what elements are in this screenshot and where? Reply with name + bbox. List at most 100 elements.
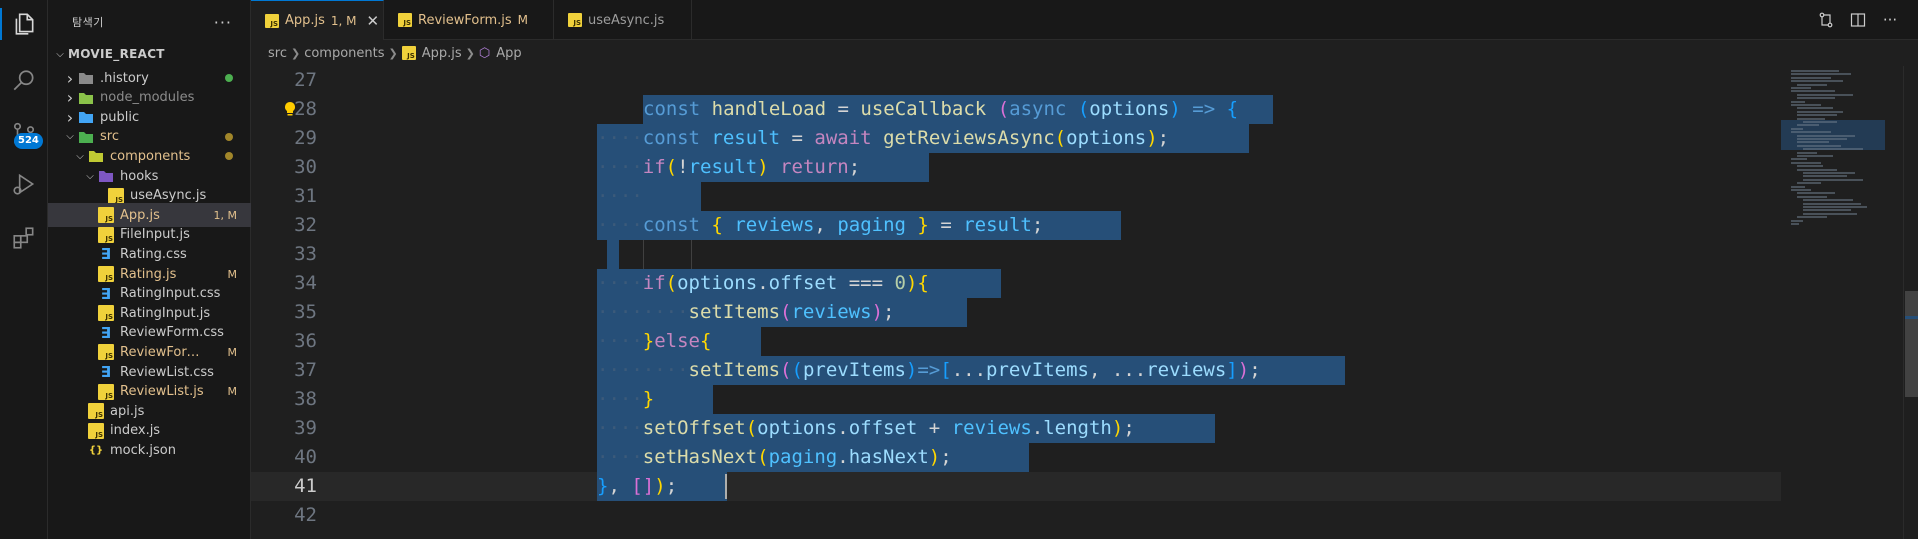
tree-item-label: FileInput.js xyxy=(120,227,190,243)
compare-changes-icon[interactable] xyxy=(1816,10,1836,30)
breadcrumb-item[interactable]: App.js xyxy=(422,46,462,61)
more-actions-icon[interactable]: ··· xyxy=(1880,10,1900,30)
tree-item[interactable]: {} mock.json xyxy=(48,438,251,462)
symbol-module-icon: ⬡ xyxy=(478,45,491,61)
minimap-line xyxy=(1803,178,1863,181)
tree-item-label: public xyxy=(100,109,140,125)
files-icon[interactable] xyxy=(0,8,40,40)
breadcrumb: src ❯ components ❯ JS App.js ❯ ⬡ App xyxy=(251,40,1918,66)
tree-item-label: api.js xyxy=(110,403,145,419)
js-file-icon: JS xyxy=(401,46,416,60)
tree-item-label: ReviewList.js xyxy=(120,384,204,400)
breadcrumb-item[interactable]: components xyxy=(304,46,384,61)
css-file-icon: ∃ xyxy=(100,245,112,264)
git-status-dot xyxy=(225,132,233,141)
tree-item-label: ReviewForm... xyxy=(120,344,211,360)
breadcrumb-item[interactable]: App xyxy=(496,46,521,61)
tree-item-label: Rating.css xyxy=(120,246,187,262)
code-line: 37 ········setItems((prevItems)=>[...pre… xyxy=(251,356,1781,385)
tab-label: App.js xyxy=(285,13,325,28)
tab-app-js[interactable]: JS App.js 1, M ✕ xyxy=(251,0,384,40)
minimap-line xyxy=(1797,151,1817,154)
line-number: 30 xyxy=(294,156,317,178)
tree-item-label: src xyxy=(100,129,119,145)
project-name: MOVIE_REACT xyxy=(68,47,165,61)
editor-area: JS App.js 1, M ✕ JS ReviewForm.js M JS u… xyxy=(251,0,1918,539)
js-file-icon: JS xyxy=(265,13,279,28)
search-icon[interactable] xyxy=(8,65,40,97)
folder-icon xyxy=(78,70,94,86)
minimap[interactable] xyxy=(1781,66,1885,539)
line-number: 31 xyxy=(294,185,317,207)
code-text: ····if(options.offset === 0){ xyxy=(597,272,929,294)
tree-item-label: node_modules xyxy=(100,90,195,106)
code-line: 29 ····const result = await getReviewsAs… xyxy=(251,124,1781,153)
project-root[interactable]: ⌵ MOVIE_REACT xyxy=(48,42,251,66)
minimap-line xyxy=(1791,131,1831,134)
minimap-line xyxy=(1803,199,1853,202)
minimap-line xyxy=(1791,219,1803,222)
code-line: 33 xyxy=(251,240,1781,269)
minimap-line xyxy=(1797,97,1835,100)
js-file-icon: JS xyxy=(98,305,114,322)
code-editor[interactable]: 27 28 const handleLoad = useCallback (as… xyxy=(251,66,1781,539)
line-number: 34 xyxy=(294,272,317,294)
chevron-down-icon: ⌵ xyxy=(76,150,84,162)
js-file-icon: JS xyxy=(98,344,114,361)
tab-reviewform-js[interactable]: JS ReviewForm.js M xyxy=(384,0,554,40)
git-status-dot xyxy=(225,74,233,82)
css-file-icon: ∃ xyxy=(100,284,112,303)
split-editor-icon[interactable] xyxy=(1848,10,1868,30)
close-icon[interactable]: ✕ xyxy=(367,12,380,30)
minimap-line xyxy=(1791,189,1811,191)
minimap-line xyxy=(1791,76,1831,79)
minimap-line xyxy=(1803,206,1867,208)
line-number: 35 xyxy=(294,301,317,323)
tree-item-label: ReviewForm.css xyxy=(120,325,224,341)
lightbulb-icon[interactable] xyxy=(283,101,297,117)
minimap-line xyxy=(1791,70,1839,72)
line-number: 41 xyxy=(294,475,317,497)
tree-item-label: RatingInput.css xyxy=(120,286,221,302)
code-line: 31 ···· xyxy=(251,182,1781,211)
tree-item-label: index.js xyxy=(110,423,161,439)
ellipsis-icon[interactable]: ··· xyxy=(214,13,232,32)
tab-useasync-js[interactable]: JS useAsync.js xyxy=(554,0,692,40)
minimap-line xyxy=(1791,161,1821,164)
vertical-scrollbar[interactable] xyxy=(1903,66,1918,539)
minimap-line xyxy=(1803,148,1863,151)
extensions-icon[interactable] xyxy=(8,222,40,254)
chevron-right-icon: ❯ xyxy=(388,46,398,60)
line-number: 37 xyxy=(294,359,317,381)
tree-item-label: Rating.js xyxy=(120,266,177,282)
code-text: ····}else{ xyxy=(597,330,712,352)
code-text: ········setItems(reviews); xyxy=(597,301,895,323)
code-line: 30 ····if(!result) return; xyxy=(251,153,1781,182)
code-text: ···· xyxy=(597,185,643,207)
code-text: ····const result = await getReviewsAsync… xyxy=(597,127,1170,149)
chevron-down-icon: ⌵ xyxy=(56,48,64,60)
minimap-line xyxy=(1797,144,1841,147)
minimap-line xyxy=(1791,223,1799,225)
code-line: 28 const handleLoad = useCallback (async… xyxy=(251,95,1781,124)
code-text: ····setOffset(options.offset + reviews.l… xyxy=(597,417,1135,439)
tab-status: M xyxy=(517,13,529,27)
js-file-icon: JS xyxy=(88,422,104,439)
scrollbar-thumb[interactable] xyxy=(1905,291,1918,397)
folder-icon xyxy=(98,168,114,184)
minimap-line xyxy=(1797,182,1821,185)
minimap-line xyxy=(1797,93,1853,96)
folder-icon xyxy=(78,129,94,145)
minimap-line xyxy=(1791,87,1811,89)
tab-status: 1, M xyxy=(330,13,357,28)
run-debug-icon[interactable] xyxy=(8,168,40,200)
code-text: ····setHasNext(paging.hasNext); xyxy=(597,446,952,468)
css-file-icon: ∃ xyxy=(100,363,112,381)
tree-item-label: useAsync.js xyxy=(130,188,207,204)
minimap-line xyxy=(1791,104,1821,106)
css-file-icon: ∃ xyxy=(100,323,112,342)
code-line-current: 41 }, []); xyxy=(251,472,1781,501)
tab-label: useAsync.js xyxy=(588,12,665,28)
breadcrumb-item[interactable]: src xyxy=(268,46,287,61)
code-text: ········setItems((prevItems)=>[...prevIt… xyxy=(597,359,1261,381)
